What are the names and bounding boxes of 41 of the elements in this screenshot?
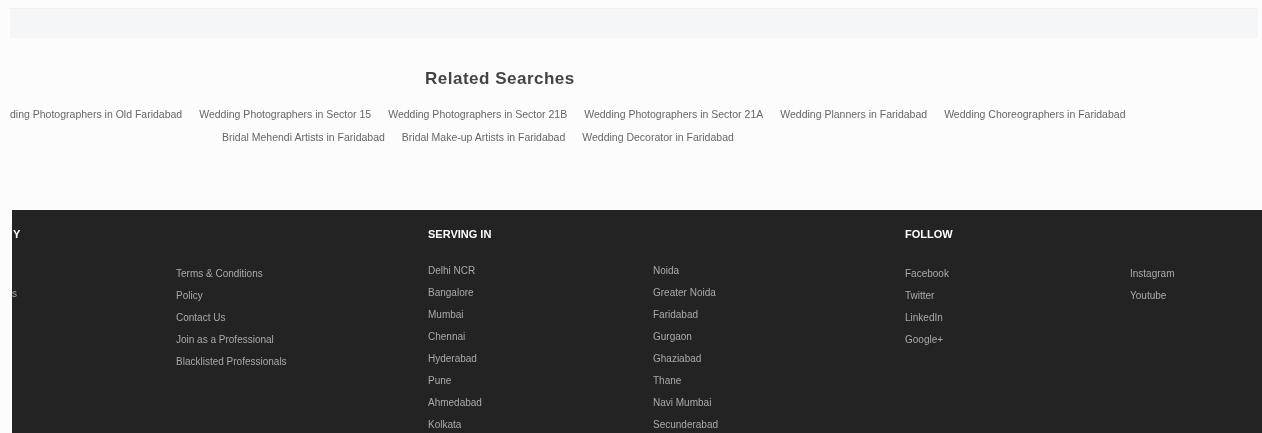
footer-link[interactable]: Thane xyxy=(653,374,682,386)
footer-link[interactable]: Twitter xyxy=(905,290,935,301)
footer-heading: Y xyxy=(13,228,21,240)
footer-link[interactable]: Kolkata xyxy=(428,418,462,430)
search-link[interactable]: Wedding Photographers in Sector 15 xyxy=(199,106,372,123)
footer-link[interactable]: Ahmedabad xyxy=(428,396,482,408)
footer-link[interactable]: Greater Noida xyxy=(653,286,716,298)
footer-link[interactable]: Instagram xyxy=(1130,268,1175,279)
footer-link[interactable]: Google+ xyxy=(905,334,944,345)
footer-link[interactable]: Facebook xyxy=(905,268,949,279)
search-link[interactable]: Wedding Planners in Faridabad xyxy=(780,106,928,123)
footer-link[interactable]: Youtube xyxy=(1130,290,1167,301)
footer-heading: SERVING IN xyxy=(428,228,492,240)
search-link[interactable]: ding Photographers in Old Faridabad xyxy=(10,106,183,123)
search-link[interactable]: Wedding Photographers in Sector 21A xyxy=(584,106,764,123)
footer-link[interactable]: Hyderabad xyxy=(428,352,477,364)
footer-link[interactable]: Ghaziabad xyxy=(653,352,702,364)
footer-link[interactable]: Secunderabad xyxy=(653,418,719,430)
footer-link[interactable]: Policy xyxy=(176,290,203,301)
search-link[interactable]: Wedding Choreographers in Faridabad xyxy=(944,106,1126,123)
footer-link[interactable]: Faridabad xyxy=(653,308,699,320)
footer-link[interactable]: Gurgaon xyxy=(653,330,692,342)
footer-link[interactable]: s xyxy=(12,288,17,299)
footer-link[interactable]: Blacklisted Professionals xyxy=(176,356,287,367)
search-link[interactable]: Bridal Mehendi Artists in Faridabad xyxy=(222,130,385,146)
footer-link[interactable]: Pune xyxy=(428,374,452,386)
footer-link[interactable]: LinkedIn xyxy=(905,312,943,323)
section-heading: Related Searches xyxy=(425,68,576,90)
search-link[interactable]: Wedding Decorator in Faridabad xyxy=(582,130,734,146)
search-link[interactable]: Wedding Photographers in Sector 21B xyxy=(388,106,568,123)
footer-link[interactable]: Contact Us xyxy=(176,312,226,323)
footer-heading: FOLLOW xyxy=(905,228,953,240)
footer-link[interactable]: Chennai xyxy=(428,330,466,342)
footer-link[interactable]: Bangalore xyxy=(428,286,474,298)
footer-link[interactable]: Terms & Conditions xyxy=(176,268,263,279)
footer-link[interactable]: Noida xyxy=(653,264,680,276)
footer-link[interactable]: Mumbai xyxy=(428,308,464,320)
footer-link[interactable]: Join as a Professional xyxy=(176,334,274,345)
footer-link[interactable]: Delhi NCR xyxy=(428,264,476,276)
search-link[interactable]: Bridal Make-up Artists in Faridabad xyxy=(401,130,566,146)
footer-link[interactable]: Navi Mumbai xyxy=(653,396,712,408)
